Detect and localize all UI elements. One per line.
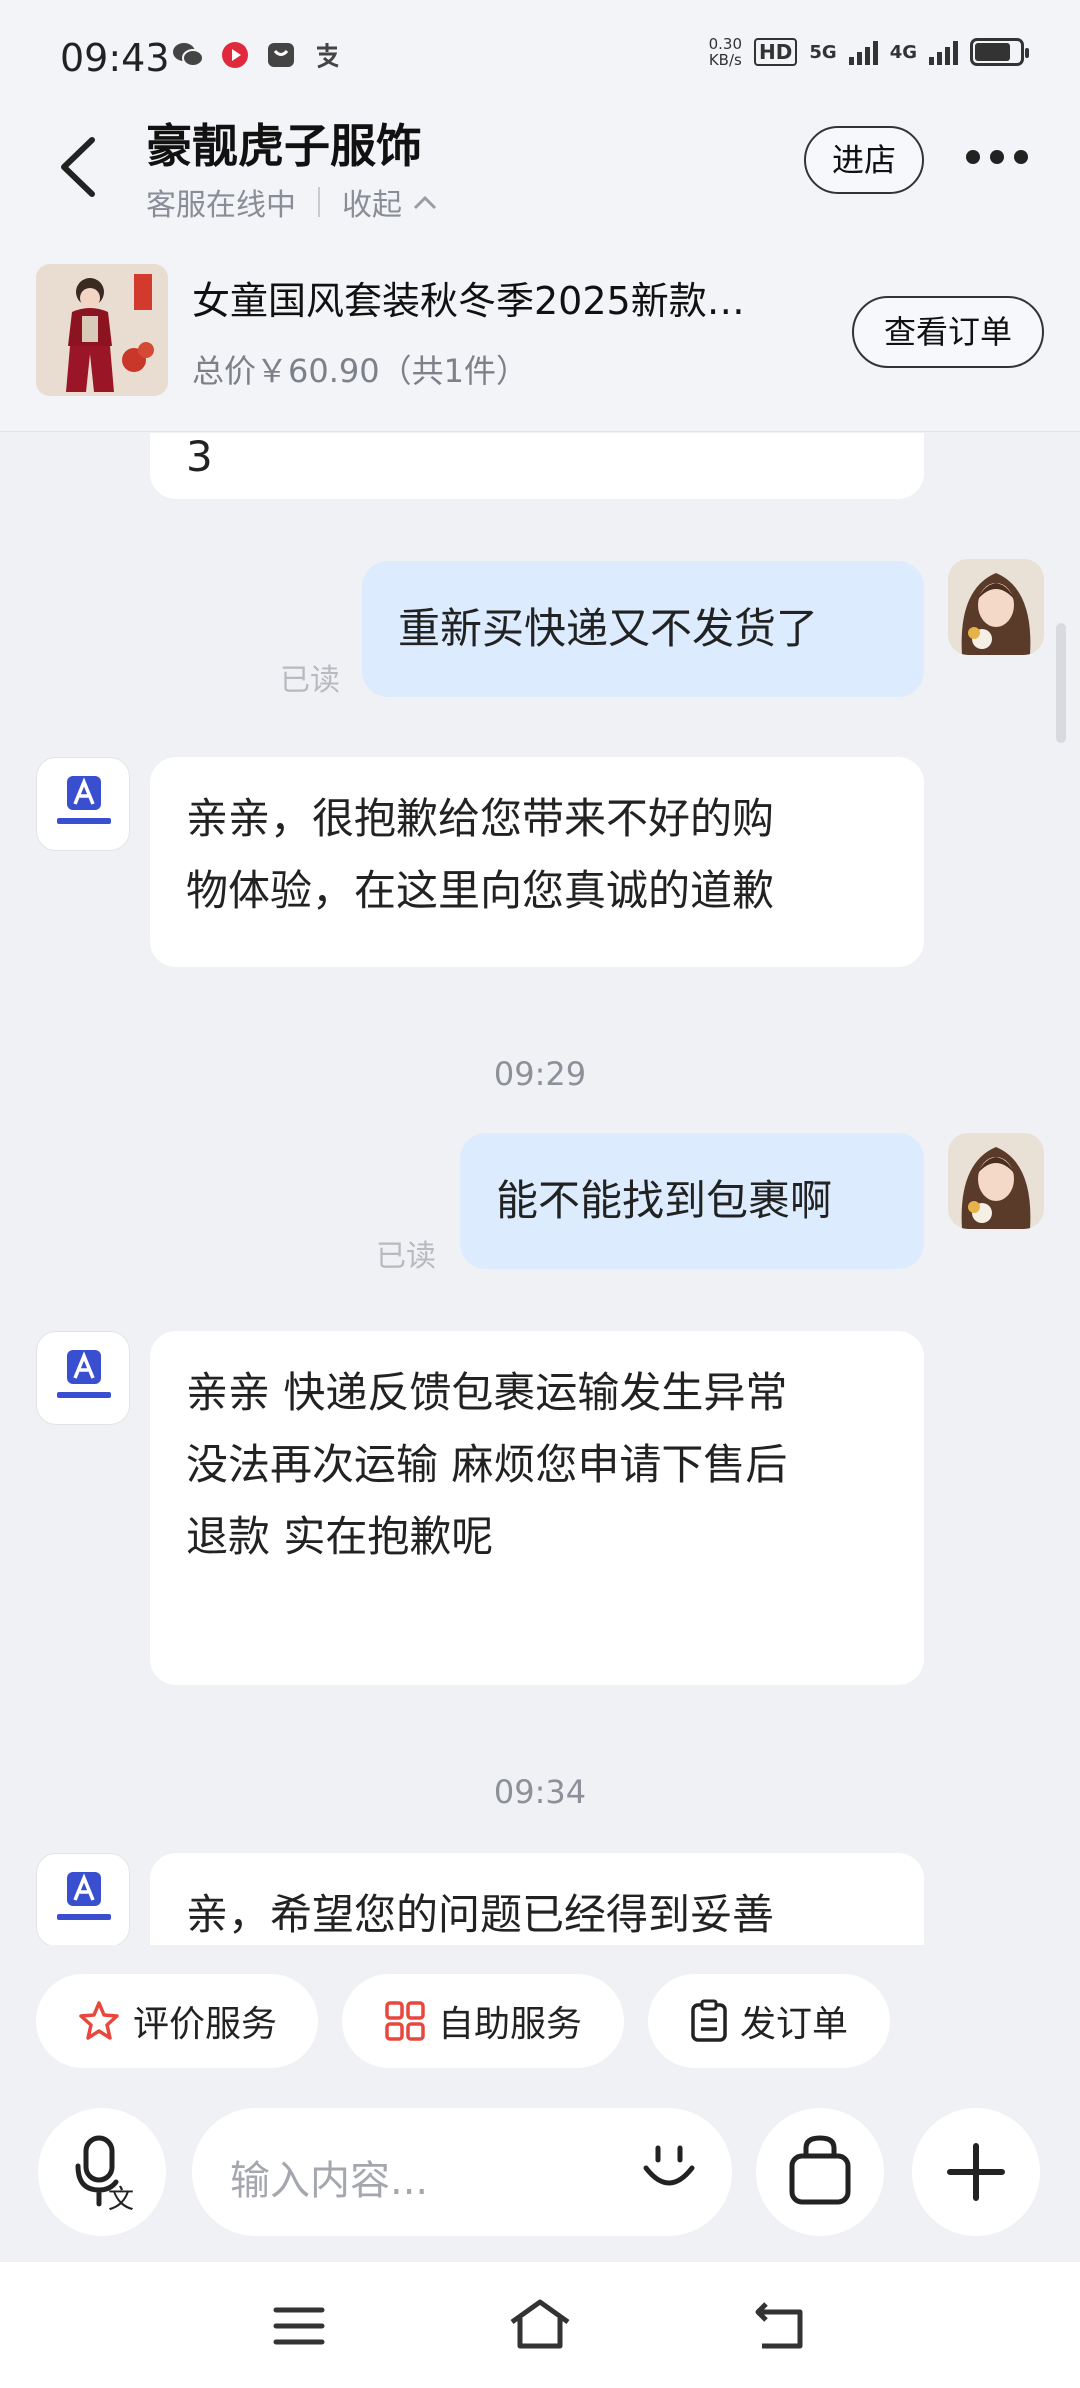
alipay-icon [317, 43, 339, 69]
network-5g-label: 5G [809, 41, 837, 63]
star-icon [79, 2001, 119, 2040]
more-options-icon[interactable] [966, 150, 1028, 164]
message-text: 没法再次运输 麻烦您申请下售后 [186, 1440, 788, 1489]
message-bubble-outgoing[interactable]: 重新买快递又不发货了 [362, 561, 924, 697]
grid-icon [385, 2001, 425, 2041]
rate-service-label: 评价服务 [132, 2004, 277, 2045]
shop-logo-icon [57, 776, 111, 824]
message-text: 3 [186, 433, 213, 481]
shop-logo-icon [57, 1350, 111, 1398]
message-text: 物体验，在这里向您真诚的道歉 [186, 866, 775, 915]
shop-logo-icon [57, 1872, 111, 1920]
message-input[interactable]: 输入内容... [192, 2108, 732, 2236]
message-bubble-incoming[interactable]: 亲亲，很抱歉给您带来不好的购 物体验，在这里向您真诚的道歉 [150, 757, 924, 967]
notification-icons [172, 40, 342, 70]
message-bubble-outgoing[interactable]: 能不能找到包裹啊 [460, 1133, 924, 1269]
home-icon[interactable] [508, 2296, 572, 2352]
message-bubble-incoming[interactable]: 3 [150, 433, 924, 499]
order-total-price: 总价￥60.90（共1件） [192, 352, 528, 390]
back-nav-icon[interactable] [752, 2300, 806, 2350]
message-bubble-incoming[interactable]: 亲亲 快递反馈包裹运输发生异常 没法再次运输 麻烦您申请下售后 退款 实在抱歉呢 [150, 1331, 924, 1685]
emoji-icon[interactable] [636, 2138, 702, 2204]
message-bubble-incoming[interactable]: 亲，希望您的问题已经得到妥善 [150, 1853, 924, 1945]
user-avatar[interactable] [948, 559, 1044, 655]
status-time: 09:43 [60, 36, 170, 80]
signal-5g-icon [848, 39, 878, 65]
shop-avatar[interactable] [36, 757, 130, 851]
message-text: 重新买快递又不发货了 [398, 604, 819, 653]
product-thumbnail[interactable] [36, 264, 168, 396]
signal-4g-icon [929, 39, 958, 65]
shopping-bag-button[interactable] [756, 2108, 884, 2236]
user-avatar[interactable] [948, 1133, 1044, 1229]
battery-level-fill [975, 43, 1010, 61]
message-text: 能不能找到包裹啊 [496, 1176, 833, 1225]
order-card[interactable]: 女童国风套装秋冬季2025新款… 总价￥60.90（共1件） 查看订单 [0, 240, 1080, 432]
collapse-toggle[interactable]: 收起 [342, 180, 438, 224]
net-speed: 0.30 KB/s [708, 35, 743, 69]
shop-name: 豪靓虎子服饰 [146, 119, 422, 173]
self-service-label: 自助服务 [437, 2004, 582, 2045]
enter-store-button[interactable]: 进店 [804, 126, 924, 194]
rate-service-button[interactable]: 评价服务 [36, 1974, 318, 2068]
shop-avatar[interactable] [36, 1331, 130, 1425]
hd-voice-badge: HD [754, 38, 798, 66]
view-order-button[interactable]: 查看订单 [852, 296, 1044, 368]
message-text: 亲，希望您的问题已经得到妥善 [186, 1890, 775, 1939]
message-text: 亲亲，很抱歉给您带来不好的购 [186, 794, 775, 843]
microphone-translate-icon: 文 [75, 2135, 134, 2215]
status-bar: 09:43 0.30 KB/s HD 5G 4G [0, 0, 1080, 110]
message-timestamp: 09:29 [493, 1055, 587, 1093]
system-navigation-bar [0, 2262, 1080, 2388]
read-receipt: 已读 [280, 663, 340, 698]
divider [318, 187, 320, 217]
send-order-button[interactable]: 发订单 [648, 1974, 890, 2068]
menu-icon[interactable] [272, 2304, 326, 2348]
more-actions-button[interactable] [912, 2108, 1040, 2236]
voice-input-button[interactable]: 文 [38, 2108, 166, 2236]
bag-icon [268, 43, 294, 67]
system-indicators: 0.30 KB/s HD 5G 4G [708, 35, 1029, 69]
battery-icon [970, 38, 1029, 66]
shop-avatar[interactable] [36, 1853, 130, 1945]
message-text: 亲亲 快递反馈包裹运输发生异常 [186, 1368, 788, 1417]
message-list[interactable]: 3 已读 重新买快递又不发货了 亲亲，很抱歉给您带来不好的购 物体验，在这里向您… [0, 433, 1080, 1945]
chevron-up-icon [413, 195, 437, 210]
message-timestamp: 09:34 [493, 1773, 587, 1811]
input-placeholder: 输入内容... [230, 2158, 429, 2204]
read-receipt: 已读 [376, 1239, 436, 1274]
wechat-icon [173, 43, 204, 67]
message-text: 退款 实在抱歉呢 [186, 1512, 494, 1561]
service-status: 客服在线中 [146, 188, 296, 223]
svg-text:文: 文 [108, 2185, 134, 2215]
send-order-label: 发订单 [739, 2004, 848, 2045]
back-arrow-icon[interactable] [52, 132, 112, 202]
product-title: 女童国风套装秋冬季2025新款… [192, 279, 745, 323]
network-4g-label: 4G [889, 41, 917, 63]
record-icon [222, 42, 248, 68]
clipboard-icon [691, 1999, 727, 2042]
chat-header: 豪靓虎子服饰 客服在线中 收起 进店 [0, 110, 1080, 240]
shop-status-row: 客服在线中 收起 [146, 180, 438, 224]
scrollbar[interactable] [1056, 623, 1066, 743]
plus-icon [947, 2143, 1005, 2201]
collapse-label: 收起 [342, 188, 402, 223]
shopping-bag-icon [789, 2135, 851, 2205]
self-service-button[interactable]: 自助服务 [342, 1974, 624, 2068]
